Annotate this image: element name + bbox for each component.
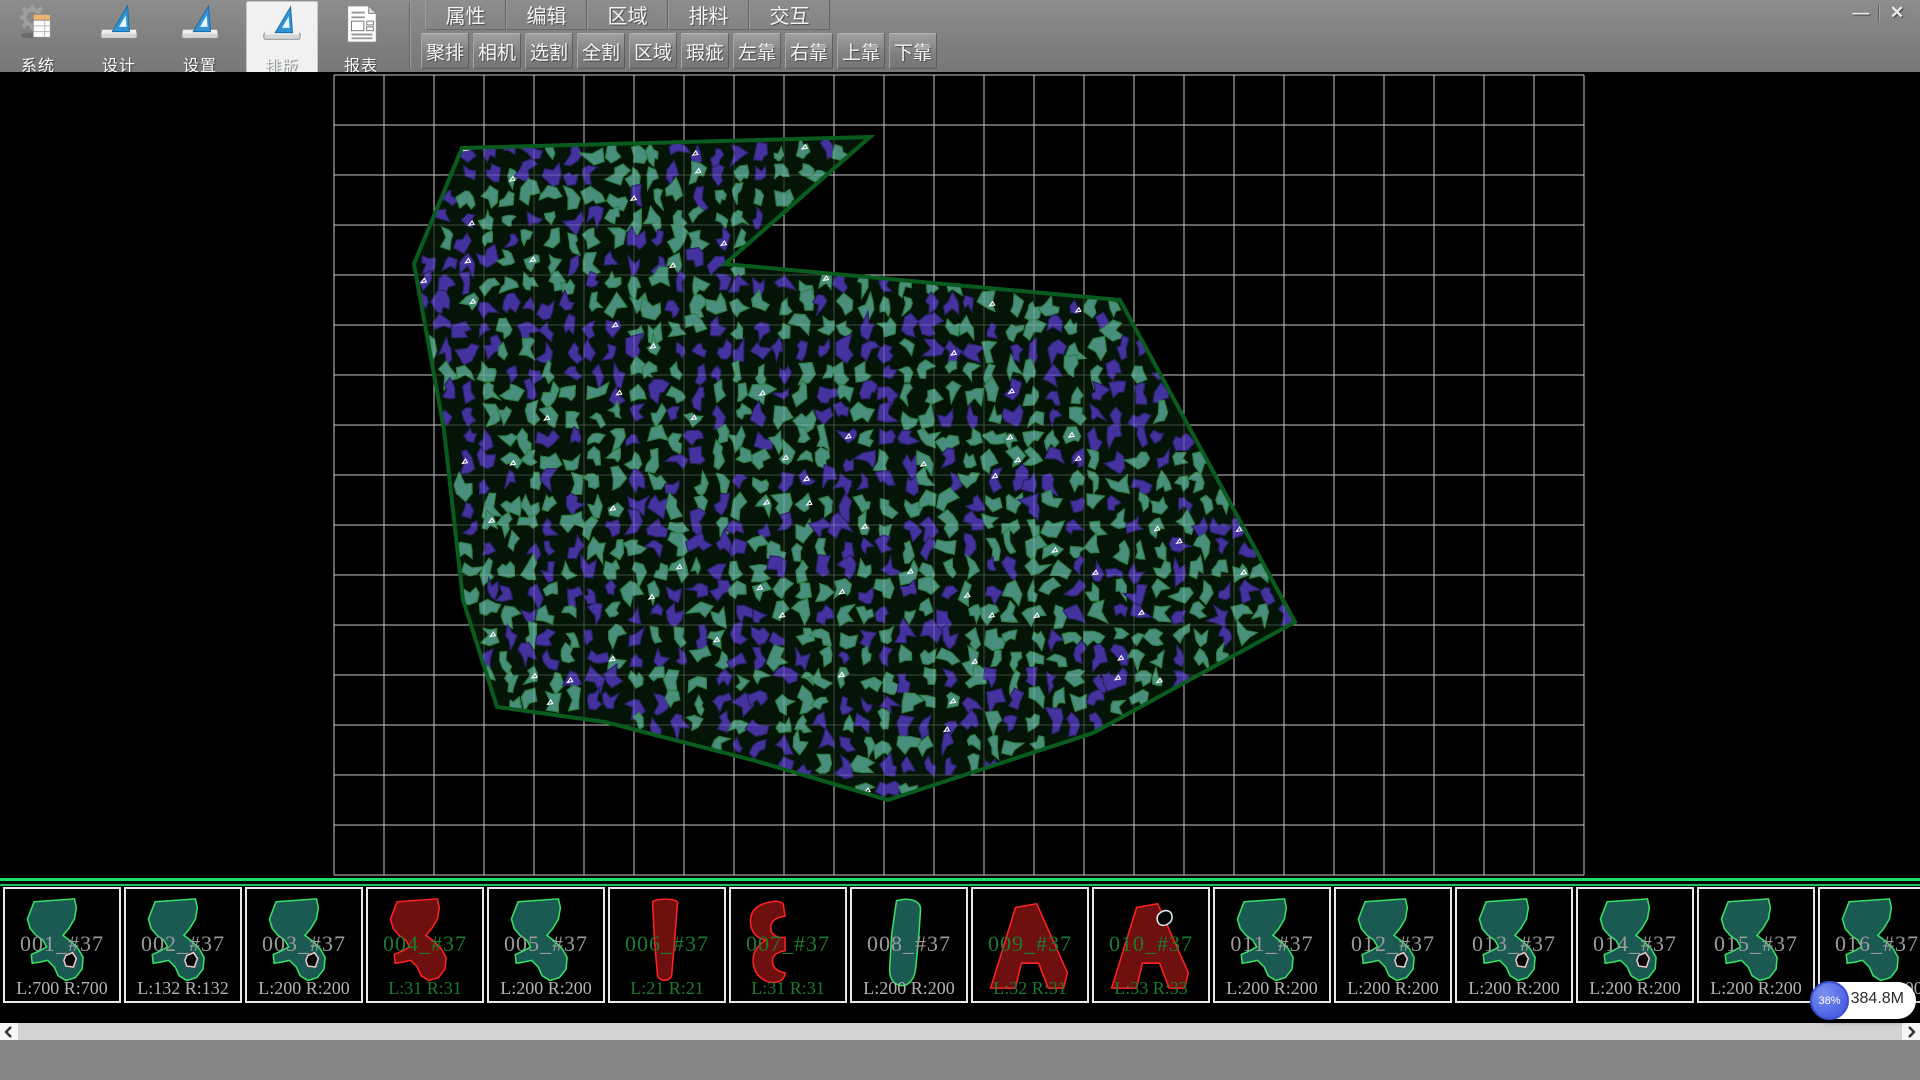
tool-button-6[interactable]: 瑕疵 <box>681 33 729 69</box>
piece-thumbnail-004[interactable]: 004_#37 L:31 R:31 <box>366 887 484 1003</box>
piece-name: 011_#37 <box>1215 931 1329 957</box>
tool-button-2[interactable]: 相机 <box>473 33 521 69</box>
tool-button-4[interactable]: 全割 <box>577 33 625 69</box>
tool-button-5[interactable]: 区域 <box>629 33 677 69</box>
tool-button-10[interactable]: 下靠 <box>889 33 937 69</box>
piece-name: 006_#37 <box>610 931 724 957</box>
piece-thumbnail-014[interactable]: 014_#37 L:200 R:200 <box>1576 887 1694 1003</box>
piece-name: 013_#37 <box>1457 931 1571 957</box>
piece-name: 010_#37 <box>1094 931 1208 957</box>
ruler-icon <box>261 2 303 51</box>
piece-name: 014_#37 <box>1578 931 1692 957</box>
piece-name: 008_#37 <box>852 931 966 957</box>
system-icon <box>17 1 59 50</box>
piece-thumbnail-012[interactable]: 012_#37 L:200 R:200 <box>1334 887 1452 1003</box>
piece-thumbnail-011[interactable]: 011_#37 L:200 R:200 <box>1213 887 1331 1003</box>
minimize-button[interactable]: — <box>1844 1 1878 25</box>
piece-name: 007_#37 <box>731 931 845 957</box>
ruler-icon <box>179 1 221 50</box>
percent-indicator: 38% <box>1810 981 1849 1020</box>
tool-button-8[interactable]: 右靠 <box>785 33 833 69</box>
toolbar-tab-4[interactable]: 排版 <box>246 1 318 73</box>
piece-thumbnail-009[interactable]: 009_#37 L:32 R:31 <box>971 887 1089 1003</box>
menu-item-3[interactable]: 区域 <box>587 0 668 30</box>
piece-name: 005_#37 <box>489 931 603 957</box>
menu-item-5[interactable]: 交互 <box>749 0 830 30</box>
piece-lr-count: L:200 R:200 <box>1336 978 1450 999</box>
piece-name: 009_#37 <box>973 931 1087 957</box>
piece-thumbnail-015[interactable]: 015_#37 L:200 R:200 <box>1697 887 1815 1003</box>
piece-thumbnail-strip: 001_#37 L:700 R:700 002_#37 L:132 R:132 … <box>0 886 1920 1004</box>
piece-thumbnail-013[interactable]: 013_#37 L:200 R:200 <box>1455 887 1573 1003</box>
tool-button-3[interactable]: 选割 <box>525 33 573 69</box>
toolbar-tab-5[interactable]: 报表 <box>326 1 396 71</box>
tool-button-9[interactable]: 上靠 <box>837 33 885 69</box>
close-button[interactable]: ✕ <box>1880 1 1914 25</box>
piece-lr-count: L:200 R:200 <box>1457 978 1571 999</box>
scroll-right-button[interactable] <box>1902 1023 1920 1040</box>
piece-thumbnail-008[interactable]: 008_#37 L:200 R:200 <box>850 887 968 1003</box>
menu-item-4[interactable]: 排料 <box>668 0 749 30</box>
nesting-canvas[interactable] <box>0 72 1920 878</box>
piece-lr-count: L:200 R:200 <box>1699 978 1813 999</box>
ruler-icon <box>98 1 140 50</box>
piece-thumbnail-001[interactable]: 001_#37 L:700 R:700 <box>3 887 121 1003</box>
piece-thumbnail-010[interactable]: 010_#37 L:33 R:33 <box>1092 887 1210 1003</box>
menu-item-2[interactable]: 编辑 <box>506 0 587 30</box>
piece-thumbnail-007[interactable]: 007_#37 L:31 R:31 <box>729 887 847 1003</box>
piece-lr-count: L:32 R:31 <box>973 978 1087 999</box>
nesting-canvas-svg <box>0 72 1920 878</box>
piece-lr-count: L:200 R:200 <box>1215 978 1329 999</box>
horizontal-scrollbar[interactable] <box>0 1023 1920 1040</box>
tool-button-7[interactable]: 左靠 <box>733 33 781 69</box>
toolbar-tab-2[interactable]: 设计 <box>84 1 154 71</box>
piece-thumbnail-006[interactable]: 006_#37 L:21 R:21 <box>608 887 726 1003</box>
piece-lr-count: L:21 R:21 <box>610 978 724 999</box>
piece-lr-count: L:700 R:700 <box>5 978 119 999</box>
piece-name: 016_#37 <box>1820 931 1920 957</box>
piece-lr-count: L:200 R:200 <box>489 978 603 999</box>
piece-name: 004_#37 <box>368 931 482 957</box>
piece-name: 012_#37 <box>1336 931 1450 957</box>
memory-value: 384.8M <box>1851 990 1904 1008</box>
piece-lr-count: L:200 R:200 <box>247 978 361 999</box>
toolbar-tab-3[interactable]: 设置 <box>165 1 235 71</box>
piece-lr-count: L:132 R:132 <box>126 978 240 999</box>
memory-status-badge: 384.8M 38% <box>1812 982 1916 1019</box>
piece-thumbnail-003[interactable]: 003_#37 L:200 R:200 <box>245 887 363 1003</box>
piece-thumbnail-002[interactable]: 002_#37 L:132 R:132 <box>124 887 242 1003</box>
toolbar-divider <box>409 2 411 68</box>
piece-thumbnail-005[interactable]: 005_#37 L:200 R:200 <box>487 887 605 1003</box>
menu-item-1[interactable]: 属性 <box>425 0 506 30</box>
menu-bar: 属性编辑区域排料交互 <box>425 0 830 30</box>
window-footer <box>0 1040 1920 1080</box>
piece-lr-count: L:31 R:31 <box>368 978 482 999</box>
left-arrow-icon <box>4 1026 14 1038</box>
piece-name: 015_#37 <box>1699 931 1813 957</box>
piece-lr-count: L:200 R:200 <box>1578 978 1692 999</box>
toolbar-tab-1[interactable]: 系统 <box>3 1 73 71</box>
report-icon <box>340 1 382 50</box>
tool-button-row: 聚排相机选割全割区域瑕疵左靠右靠上靠下靠 <box>421 33 937 67</box>
piece-name: 003_#37 <box>247 931 361 957</box>
piece-lr-count: L:31 R:31 <box>731 978 845 999</box>
tool-button-1[interactable]: 聚排 <box>421 33 469 69</box>
top-toolbar: 系统 设计 设置 排版 报表 属性编辑区域排料交互 聚排相机选割全割区域瑕疵左靠… <box>0 0 1920 73</box>
piece-name: 001_#37 <box>5 931 119 957</box>
window-controls: — ✕ <box>1844 0 1914 26</box>
piece-name: 002_#37 <box>126 931 240 957</box>
piece-lr-count: L:33 R:33 <box>1094 978 1208 999</box>
thumbnail-panel-separator <box>0 878 1920 886</box>
right-arrow-icon <box>1906 1026 1916 1038</box>
scroll-left-button[interactable] <box>0 1023 18 1040</box>
piece-lr-count: L:200 R:200 <box>852 978 966 999</box>
